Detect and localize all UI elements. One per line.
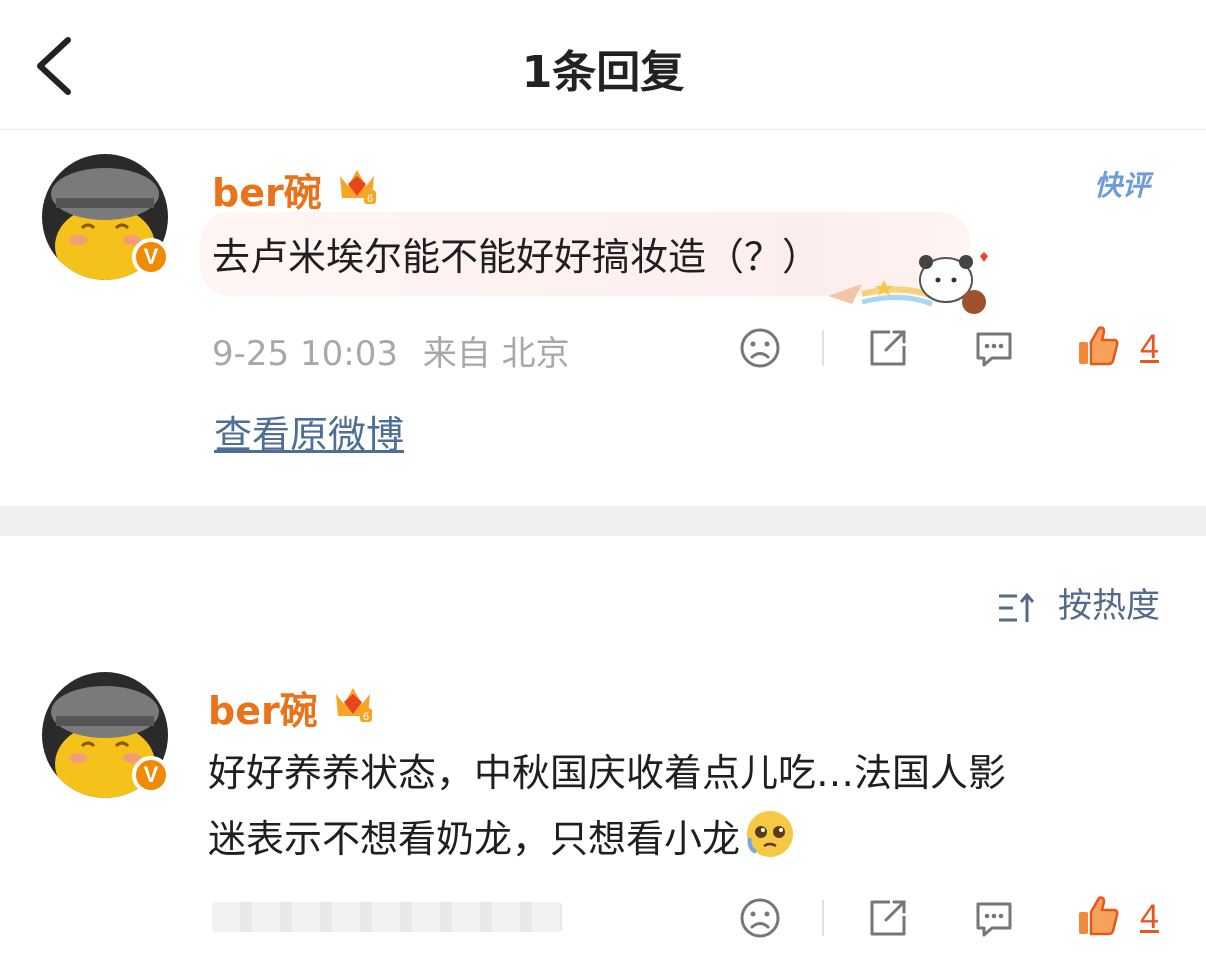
comment-text: 去卢米埃尔能不能好好搞妆造（？）	[212, 235, 821, 279]
member-crown-icon: 6	[340, 170, 376, 205]
page-title: 1条回复	[521, 47, 685, 98]
action-divider	[822, 330, 824, 366]
member-crown-icon: 6	[336, 688, 372, 723]
timestamp: 9-25 10:03	[212, 334, 398, 374]
level-number: 6	[367, 193, 373, 205]
dislike-face-icon[interactable]	[736, 894, 784, 942]
share-icon[interactable]	[864, 324, 912, 372]
verified-badge: V	[132, 756, 170, 794]
quick-comment-button[interactable]: 快评	[1094, 164, 1150, 204]
reply-text-line-1: 好好养养状态，中秋国庆收着点儿吃…法国人影	[208, 751, 1007, 795]
reply-text-line-2: 迷表示不想看奶龙，只想看小龙	[208, 806, 796, 872]
avatar[interactable]: V	[42, 154, 170, 280]
verified-badge: V	[132, 238, 170, 276]
sort-label: 按热度	[1058, 586, 1160, 626]
like-thumb-icon[interactable]	[1074, 892, 1122, 940]
level-number: 6	[363, 711, 369, 723]
like-thumb-icon[interactable]	[1074, 322, 1122, 370]
pleading-face-emoji	[747, 811, 794, 857]
sort-button[interactable]: 按热度	[997, 578, 1160, 627]
dislike-face-icon[interactable]	[736, 324, 784, 372]
action-divider	[822, 900, 824, 936]
view-original-post-link[interactable]: 查看原微博	[214, 404, 404, 459]
avatar[interactable]: V	[42, 672, 170, 798]
like-count[interactable]: 4	[1140, 328, 1159, 367]
blurred-meta	[212, 902, 562, 932]
comment-icon[interactable]	[970, 324, 1018, 372]
share-icon[interactable]	[864, 894, 912, 942]
reply-text-line-2-content: 迷表示不想看奶龙，只想看小龙	[208, 817, 741, 861]
sort-icon	[999, 592, 1035, 622]
panda-sticker-icon	[828, 252, 988, 314]
section-divider	[0, 506, 1206, 536]
like-count[interactable]: 4	[1140, 898, 1159, 937]
comment-icon[interactable]	[970, 894, 1018, 942]
username[interactable]: ber碗	[208, 680, 318, 735]
comment-meta: 9-25 10:03 来自 北京	[212, 326, 570, 375]
location: 来自 北京	[422, 334, 570, 374]
username[interactable]: ber碗	[212, 162, 322, 217]
top-nav-bar: 1条回复	[0, 0, 1206, 130]
